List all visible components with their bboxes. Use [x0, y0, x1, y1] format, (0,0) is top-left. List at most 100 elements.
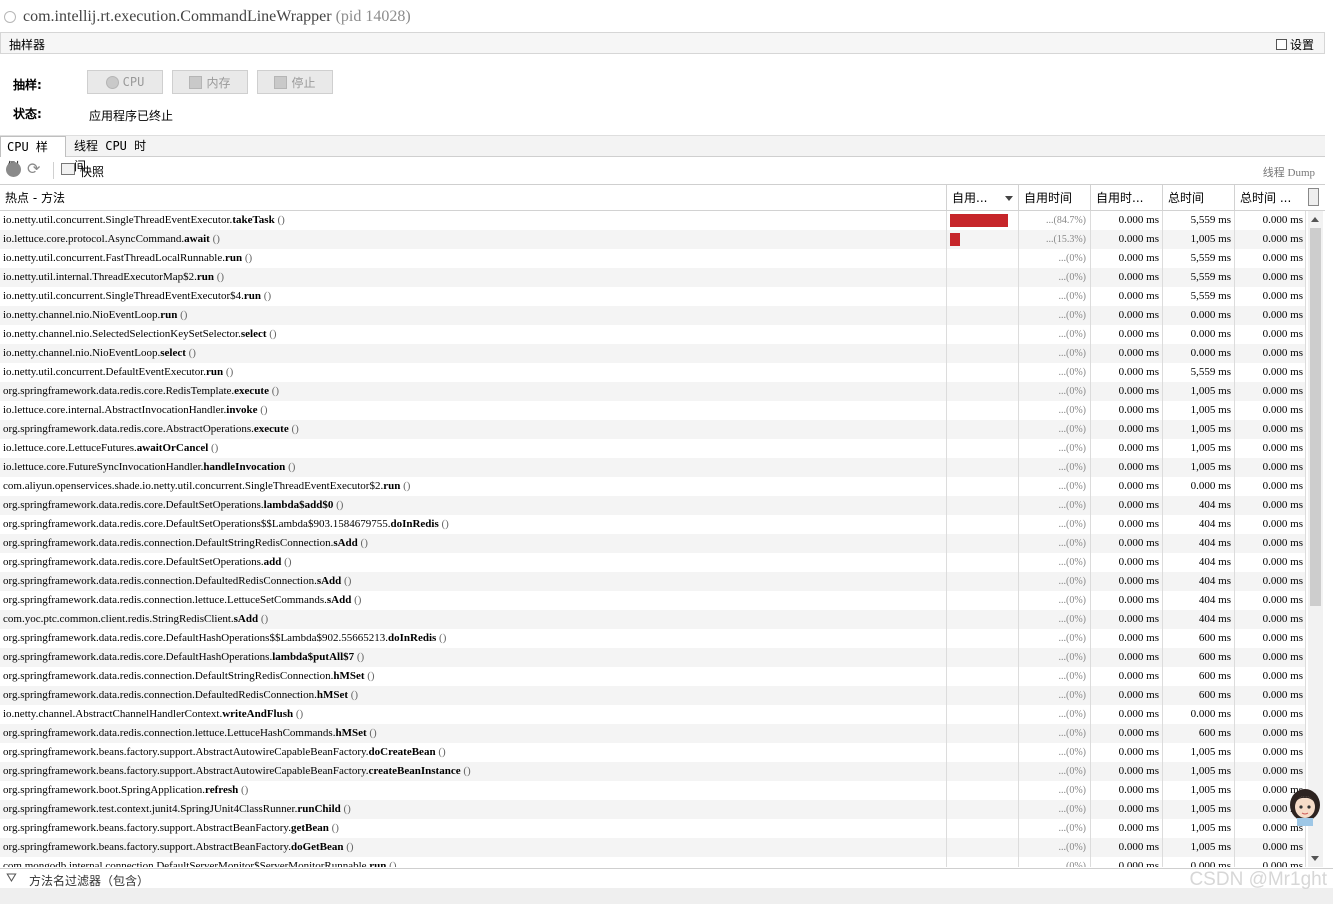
- method-class: com.mongodb.internal.connection.DefaultS…: [3, 860, 370, 867]
- column-header-self-bar[interactable]: 自用...: [946, 185, 1018, 210]
- table-row[interactable]: io.netty.channel.nio.NioEventLoop.select…: [0, 344, 1306, 363]
- method-cell[interactable]: io.netty.util.internal.ThreadExecutorMap…: [3, 268, 943, 287]
- column-header-total-time[interactable]: 总时间: [1162, 185, 1234, 210]
- table-row[interactable]: io.netty.channel.nio.SelectedSelectionKe…: [0, 325, 1306, 344]
- method-cell[interactable]: com.mongodb.internal.connection.DefaultS…: [3, 857, 943, 867]
- table-row[interactable]: org.springframework.beans.factory.suppor…: [0, 819, 1306, 838]
- method-cell[interactable]: io.lettuce.core.internal.AbstractInvocat…: [3, 401, 943, 420]
- method-cell[interactable]: org.springframework.data.redis.connectio…: [3, 724, 943, 743]
- method-cell[interactable]: org.springframework.beans.factory.suppor…: [3, 762, 943, 781]
- method-cell[interactable]: io.lettuce.core.protocol.AsyncCommand.aw…: [3, 230, 943, 249]
- method-cell[interactable]: io.lettuce.core.FutureSyncInvocationHand…: [3, 458, 943, 477]
- method-cell[interactable]: org.springframework.data.redis.connectio…: [3, 534, 943, 553]
- method-filter-label[interactable]: 方法名过滤器（包含）: [29, 872, 149, 889]
- method-cell[interactable]: org.springframework.data.redis.core.Defa…: [3, 553, 943, 572]
- method-cell[interactable]: com.yoc.ptc.common.client.redis.StringRe…: [3, 610, 943, 629]
- table-row[interactable]: io.netty.channel.nio.NioEventLoop.run ()…: [0, 306, 1306, 325]
- method-cell[interactable]: io.netty.channel.AbstractChannelHandlerC…: [3, 705, 943, 724]
- tab-cpu-samples[interactable]: CPU 样例: [0, 136, 66, 174]
- table-row[interactable]: io.netty.channel.AbstractChannelHandlerC…: [0, 705, 1306, 724]
- table-row[interactable]: io.netty.util.concurrent.SingleThreadEve…: [0, 211, 1306, 230]
- table-row[interactable]: io.lettuce.core.protocol.AsyncCommand.aw…: [0, 230, 1306, 249]
- table-row[interactable]: org.springframework.beans.factory.suppor…: [0, 838, 1306, 857]
- table-row[interactable]: org.springframework.data.redis.connectio…: [0, 686, 1306, 705]
- method-cell[interactable]: com.aliyun.openservices.shade.io.netty.u…: [3, 477, 943, 496]
- memory-sample-button[interactable]: 内存: [172, 70, 248, 94]
- method-cell[interactable]: io.lettuce.core.LettuceFutures.awaitOrCa…: [3, 439, 943, 458]
- scrollbar-thumb[interactable]: [1310, 228, 1321, 606]
- table-row[interactable]: org.springframework.data.redis.core.Defa…: [0, 553, 1306, 572]
- table-row[interactable]: org.springframework.beans.factory.suppor…: [0, 762, 1306, 781]
- table-row[interactable]: io.lettuce.core.internal.AbstractInvocat…: [0, 401, 1306, 420]
- method-cell[interactable]: org.springframework.data.redis.core.Defa…: [3, 515, 943, 534]
- method-cell[interactable]: org.springframework.boot.SpringApplicati…: [3, 781, 943, 800]
- table-row[interactable]: io.netty.util.concurrent.SingleThreadEve…: [0, 287, 1306, 306]
- table-row[interactable]: io.netty.util.concurrent.FastThreadLocal…: [0, 249, 1306, 268]
- method-cell[interactable]: org.springframework.test.context.junit4.…: [3, 800, 943, 819]
- column-chooser-icon[interactable]: [1308, 188, 1319, 206]
- scroll-down-icon[interactable]: [1311, 856, 1319, 861]
- method-cell[interactable]: org.springframework.data.redis.core.Abst…: [3, 420, 943, 439]
- method-cell[interactable]: io.netty.util.concurrent.SingleThreadEve…: [3, 287, 943, 306]
- record-icon[interactable]: [6, 162, 21, 177]
- method-cell[interactable]: org.springframework.data.redis.core.Redi…: [3, 382, 943, 401]
- method-cell[interactable]: io.netty.util.concurrent.DefaultEventExe…: [3, 363, 943, 382]
- table-row[interactable]: org.springframework.data.redis.core.Redi…: [0, 382, 1306, 401]
- table-row[interactable]: org.springframework.data.redis.core.Defa…: [0, 648, 1306, 667]
- method-cell[interactable]: io.netty.channel.nio.NioEventLoop.run (): [3, 306, 943, 325]
- self-time-cpu: 0.000 ms: [1118, 822, 1159, 834]
- table-row[interactable]: io.lettuce.core.LettuceFutures.awaitOrCa…: [0, 439, 1306, 458]
- table-row[interactable]: org.springframework.data.redis.connectio…: [0, 591, 1306, 610]
- method-cell[interactable]: org.springframework.data.redis.connectio…: [3, 572, 943, 591]
- table-row[interactable]: org.springframework.data.redis.connectio…: [0, 534, 1306, 553]
- table-row[interactable]: org.springframework.data.redis.core.Defa…: [0, 496, 1306, 515]
- settings-checkbox[interactable]: [1275, 39, 1287, 50]
- table-row[interactable]: org.springframework.boot.SpringApplicati…: [0, 781, 1306, 800]
- refresh-icon[interactable]: ⟳: [27, 161, 40, 177]
- table-row[interactable]: com.yoc.ptc.common.client.redis.StringRe…: [0, 610, 1306, 629]
- table-row[interactable]: io.netty.util.concurrent.DefaultEventExe…: [0, 363, 1306, 382]
- method-cell[interactable]: org.springframework.data.redis.connectio…: [3, 686, 943, 705]
- method-cell[interactable]: io.netty.channel.nio.NioEventLoop.select…: [3, 344, 943, 363]
- method-cell[interactable]: org.springframework.beans.factory.suppor…: [3, 819, 943, 838]
- method-cell[interactable]: io.netty.util.concurrent.FastThreadLocal…: [3, 249, 943, 268]
- table-row[interactable]: org.springframework.data.redis.core.Abst…: [0, 420, 1306, 439]
- table-row[interactable]: org.springframework.data.redis.connectio…: [0, 667, 1306, 686]
- self-time-cpu: 0.000 ms: [1118, 423, 1159, 435]
- method-cell[interactable]: org.springframework.beans.factory.suppor…: [3, 838, 943, 857]
- method-cell[interactable]: org.springframework.beans.factory.suppor…: [3, 743, 943, 762]
- method-cell[interactable]: org.springframework.data.redis.connectio…: [3, 591, 943, 610]
- column-header-self-time-cpu[interactable]: 自用时...: [1090, 185, 1162, 210]
- tab-thread-cpu-time[interactable]: 线程 CPU 时间: [68, 136, 164, 173]
- column-header-method[interactable]: 热点 - 方法: [0, 185, 946, 210]
- assistant-avatar-icon[interactable]: [1287, 786, 1323, 826]
- snapshot-icon[interactable]: [61, 163, 75, 175]
- method-cell[interactable]: org.springframework.data.redis.core.Defa…: [3, 648, 943, 667]
- table-row[interactable]: org.springframework.data.redis.connectio…: [0, 724, 1306, 743]
- method-filter-bar[interactable]: ⛛ 方法名过滤器（包含）: [0, 868, 1333, 889]
- stop-button[interactable]: 停止: [257, 70, 333, 94]
- method-cell[interactable]: org.springframework.data.redis.core.Defa…: [3, 629, 943, 648]
- snapshot-button[interactable]: 快照: [80, 163, 104, 180]
- table-row[interactable]: org.springframework.beans.factory.suppor…: [0, 743, 1306, 762]
- table-row[interactable]: org.springframework.data.redis.core.Defa…: [0, 629, 1306, 648]
- method-cell[interactable]: org.springframework.data.redis.connectio…: [3, 667, 943, 686]
- method-cell[interactable]: org.springframework.data.redis.core.Defa…: [3, 496, 943, 515]
- table-row[interactable]: org.springframework.test.context.junit4.…: [0, 800, 1306, 819]
- table-row[interactable]: org.springframework.data.redis.core.Defa…: [0, 515, 1306, 534]
- table-row[interactable]: io.lettuce.core.FutureSyncInvocationHand…: [0, 458, 1306, 477]
- scroll-up-icon[interactable]: [1311, 217, 1319, 222]
- table-row[interactable]: org.springframework.data.redis.connectio…: [0, 572, 1306, 591]
- filter-icon[interactable]: ⛛: [6, 872, 17, 885]
- table-row[interactable]: com.aliyun.openservices.shade.io.netty.u…: [0, 477, 1306, 496]
- cpu-sample-button[interactable]: CPU: [87, 70, 163, 94]
- method-cell[interactable]: io.netty.util.concurrent.SingleThreadEve…: [3, 211, 943, 230]
- vertical-scrollbar[interactable]: [1308, 211, 1323, 867]
- column-header-self-time[interactable]: 自用时间: [1018, 185, 1090, 210]
- table-row[interactable]: com.mongodb.internal.connection.DefaultS…: [0, 857, 1306, 867]
- settings-toggle[interactable]: 设置: [1275, 36, 1314, 53]
- method-cell[interactable]: io.netty.channel.nio.SelectedSelectionKe…: [3, 325, 943, 344]
- column-header-total-time-cpu[interactable]: 总时间 ...: [1234, 185, 1306, 210]
- table-row[interactable]: io.netty.util.internal.ThreadExecutorMap…: [0, 268, 1306, 287]
- thread-dump-button[interactable]: 线程 Dump: [1263, 164, 1315, 180]
